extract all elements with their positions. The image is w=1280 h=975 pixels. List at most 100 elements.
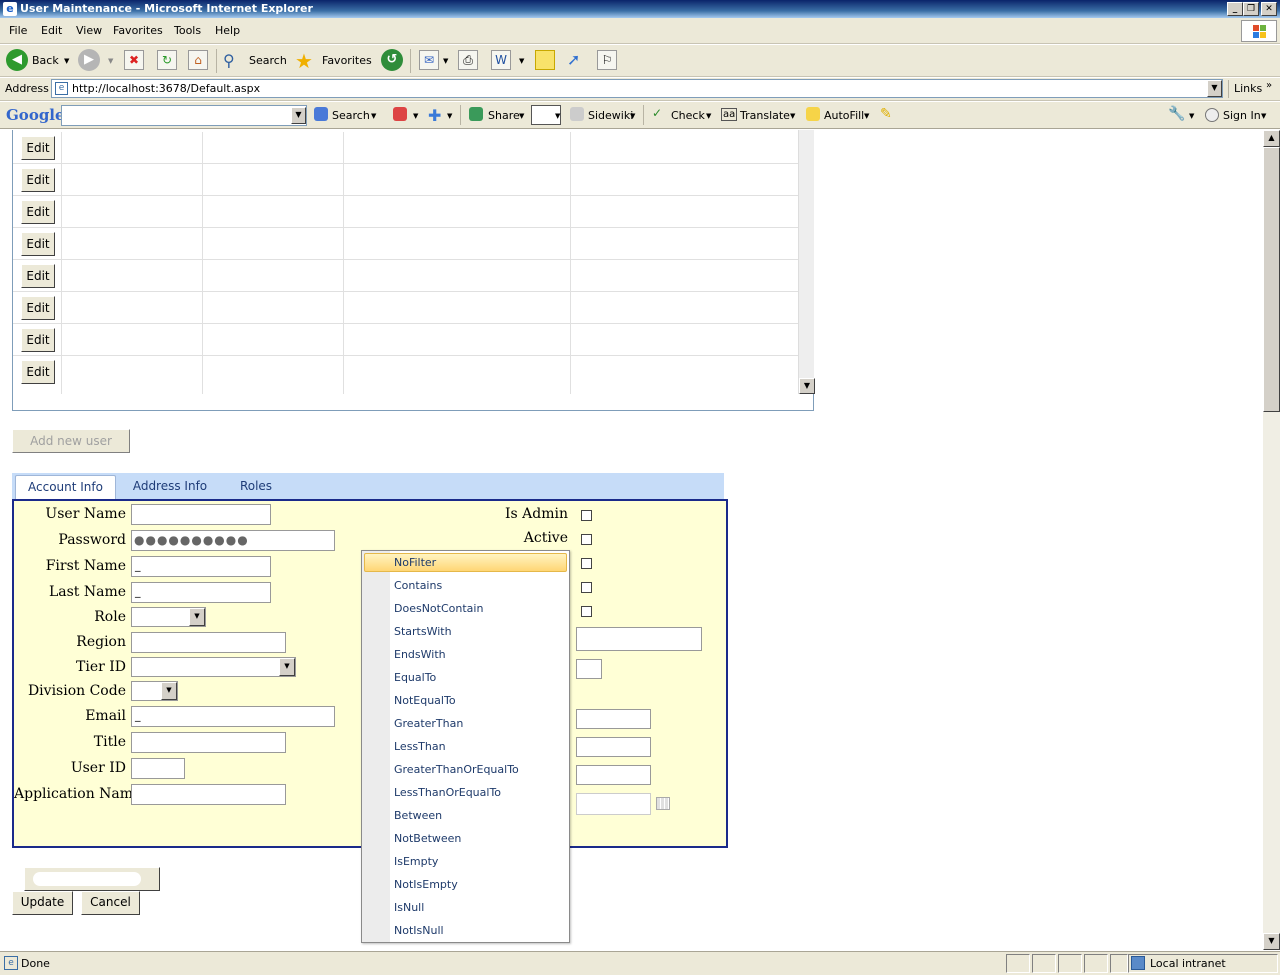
filter-item-greaterthan[interactable]: GreaterThan bbox=[394, 712, 463, 735]
filter-item-between[interactable]: Between bbox=[394, 804, 442, 827]
favorites-star-icon[interactable]: ★ bbox=[295, 49, 313, 73]
filter-item-lessthanorequalto[interactable]: LessThanOrEqualTo bbox=[394, 781, 501, 804]
filter-item-endswith[interactable]: EndsWith bbox=[394, 643, 446, 666]
filter-item-notbetween[interactable]: NotBetween bbox=[394, 827, 461, 850]
filter-item-notisempty[interactable]: NotIsEmpty bbox=[394, 873, 458, 896]
edit-button[interactable]: Edit bbox=[21, 296, 55, 320]
google-search-input[interactable]: ▼ bbox=[61, 105, 307, 126]
chevron-down-icon[interactable]: ▼ bbox=[189, 608, 205, 626]
filter-item-notisnull[interactable]: NotIsNull bbox=[394, 919, 444, 942]
share-button[interactable]: Share bbox=[488, 109, 520, 122]
forward-dropdown-icon[interactable]: ▼ bbox=[108, 57, 113, 65]
checkbox[interactable] bbox=[581, 606, 592, 617]
share-dropdown-icon[interactable]: ▼ bbox=[519, 112, 524, 120]
back-dropdown-icon[interactable]: ▼ bbox=[64, 57, 69, 65]
filter-item-isnull[interactable]: IsNull bbox=[394, 896, 424, 919]
user-name-input[interactable] bbox=[131, 504, 271, 525]
address-input[interactable]: e http://localhost:3678/Default.aspx ▼ bbox=[51, 79, 1223, 98]
add-new-user-button[interactable]: Add new user bbox=[12, 429, 130, 453]
mail-icon[interactable]: ✉ bbox=[419, 50, 439, 70]
print-icon[interactable]: ⎙ bbox=[458, 50, 478, 70]
bookmark-icon[interactable] bbox=[393, 107, 407, 121]
chevron-down-icon[interactable]: ▼ bbox=[161, 682, 177, 700]
menu-tools[interactable]: Tools bbox=[174, 24, 201, 37]
translate-dropdown-icon[interactable]: ▼ bbox=[790, 112, 795, 120]
google-search-dropdown-icon[interactable]: ▼ bbox=[291, 107, 306, 124]
filter-item-greaterthanorequalto[interactable]: GreaterThanOrEqualTo bbox=[394, 758, 519, 781]
menu-help[interactable]: Help bbox=[215, 24, 240, 37]
action-button[interactable] bbox=[24, 867, 160, 891]
edit-button[interactable]: Edit bbox=[21, 232, 55, 256]
update-button[interactable]: Update bbox=[12, 891, 73, 915]
share-icon[interactable] bbox=[469, 107, 483, 121]
translate-icon[interactable]: aa bbox=[721, 108, 738, 121]
maximize-button[interactable]: ❐ bbox=[1243, 2, 1259, 16]
text-input[interactable] bbox=[576, 765, 651, 785]
filter-item-nofilter[interactable]: NoFilter bbox=[394, 551, 436, 574]
favorites-button[interactable]: Favorites bbox=[322, 54, 372, 67]
text-input[interactable] bbox=[576, 737, 651, 757]
active-checkbox[interactable] bbox=[581, 534, 592, 545]
scrollbar-thumb[interactable] bbox=[1263, 147, 1280, 412]
menu-file[interactable]: File bbox=[9, 24, 27, 37]
user-id-input[interactable] bbox=[131, 758, 185, 779]
home-icon[interactable]: ⌂ bbox=[188, 50, 208, 70]
filter-item-notequalto[interactable]: NotEqualTo bbox=[394, 689, 456, 712]
password-input[interactable]: ●●●●●●●●●● bbox=[131, 530, 335, 551]
scroll-down-arrow-icon[interactable]: ▼ bbox=[1263, 933, 1280, 950]
translate-button[interactable]: Translate bbox=[740, 109, 790, 122]
edit-button[interactable]: Edit bbox=[21, 200, 55, 224]
note-icon[interactable] bbox=[535, 50, 555, 70]
text-input[interactable] bbox=[576, 709, 651, 729]
filter-item-lessthan[interactable]: LessThan bbox=[394, 735, 446, 758]
check-button[interactable]: Check bbox=[671, 109, 705, 122]
edit-button[interactable]: Edit bbox=[21, 328, 55, 352]
menu-edit[interactable]: Edit bbox=[41, 24, 62, 37]
title-input[interactable] bbox=[131, 732, 286, 753]
text-input[interactable] bbox=[576, 627, 702, 651]
edit-button[interactable]: Edit bbox=[21, 264, 55, 288]
tab-account-info[interactable]: Account Info bbox=[15, 475, 116, 499]
wrench-icon[interactable]: 🔧 bbox=[1168, 106, 1185, 122]
search-icon[interactable]: ⚲ bbox=[223, 51, 243, 71]
scroll-down-arrow-icon[interactable]: ▼ bbox=[799, 378, 815, 394]
stop-icon[interactable]: ✖ bbox=[124, 50, 144, 70]
check-dropdown-icon[interactable]: ▼ bbox=[706, 112, 711, 120]
minimize-button[interactable]: _ bbox=[1227, 2, 1243, 16]
tier-id-select[interactable]: ▼ bbox=[131, 657, 296, 677]
application-name-input[interactable] bbox=[131, 784, 286, 805]
edit-button[interactable]: Edit bbox=[21, 136, 55, 160]
bookmark-dropdown-icon[interactable]: ▼ bbox=[413, 112, 418, 120]
date-input[interactable] bbox=[576, 793, 651, 815]
tab-address-info[interactable]: Address Info bbox=[126, 475, 214, 499]
search-button[interactable]: Search bbox=[249, 54, 287, 67]
history-icon[interactable]: ↺ bbox=[381, 49, 403, 71]
close-button[interactable]: ✕ bbox=[1261, 2, 1277, 16]
edit-button[interactable]: Edit bbox=[21, 360, 55, 384]
monitor-dropdown-icon[interactable]: ▼ bbox=[555, 112, 560, 120]
first-name-input[interactable]: _ bbox=[131, 556, 271, 577]
grid-scrollbar[interactable]: ▼ bbox=[798, 130, 815, 394]
google-search-button[interactable]: Search bbox=[332, 109, 370, 122]
refresh-icon[interactable]: ↻ bbox=[157, 50, 177, 70]
sign-in-button[interactable]: Sign In bbox=[1223, 109, 1261, 122]
edit-dropdown-icon[interactable]: ▼ bbox=[519, 57, 524, 65]
address-dropdown-icon[interactable]: ▼ bbox=[1207, 80, 1222, 97]
settings-dropdown-icon[interactable]: ▼ bbox=[1189, 112, 1194, 120]
chevron-right-icon[interactable]: » bbox=[1266, 80, 1272, 91]
links-button[interactable]: Links bbox=[1234, 82, 1262, 95]
autofill-icon[interactable] bbox=[806, 107, 820, 121]
cancel-button[interactable]: Cancel bbox=[81, 891, 140, 915]
filter-item-startswith[interactable]: StartsWith bbox=[394, 620, 452, 643]
role-select[interactable]: ▼ bbox=[131, 607, 206, 627]
autofill-button[interactable]: AutoFill bbox=[824, 109, 864, 122]
checkbox[interactable] bbox=[581, 582, 592, 593]
region-input[interactable] bbox=[131, 632, 286, 653]
cursor-icon[interactable]: ➚ bbox=[567, 50, 580, 69]
forward-arrow-icon[interactable]: ▶ bbox=[78, 49, 100, 71]
highlight-icon[interactable]: ✎ bbox=[880, 106, 892, 122]
division-code-select[interactable]: ▼ bbox=[131, 681, 178, 701]
email-input[interactable]: _ bbox=[131, 706, 335, 727]
is-admin-checkbox[interactable] bbox=[581, 510, 592, 521]
back-arrow-icon[interactable]: ◀ bbox=[6, 49, 28, 71]
